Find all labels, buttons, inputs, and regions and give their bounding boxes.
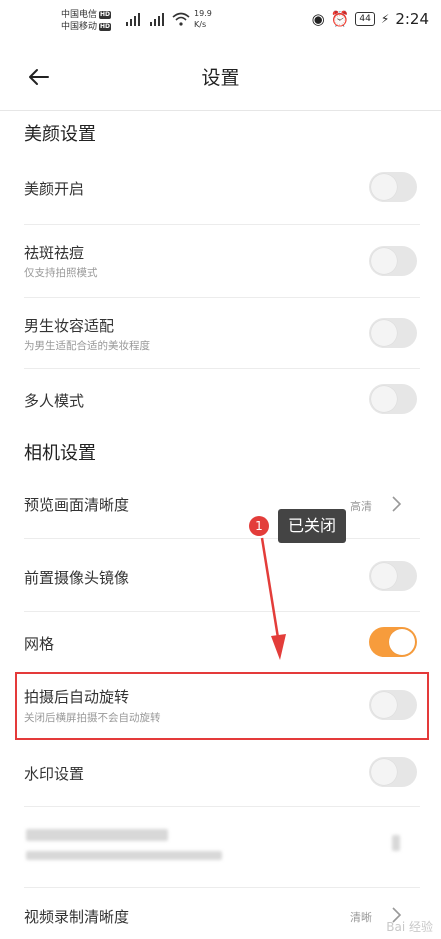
eye-icon: ◉	[311, 10, 325, 28]
front-mirror-toggle[interactable]	[369, 561, 417, 591]
wifi-icon	[172, 12, 190, 26]
net-speed: 19.9 K/s	[194, 9, 212, 29]
carrier-2: 中国移动	[61, 22, 98, 32]
blurred-subtitle	[26, 851, 222, 860]
row-title: 网格	[24, 635, 55, 653]
blurred-chevron	[392, 835, 400, 851]
status-bar: 中国电信 HD 中国移动 HD 19.9 K/s ◉ ⏰ 44 ⚡ 2:24	[0, 0, 441, 44]
setting-row-male-makeup[interactable]: 男生妆容适配 为男生适配合适的美妆程度	[24, 298, 420, 369]
multi-person-toggle[interactable]	[369, 384, 417, 414]
chevron-right-icon	[392, 496, 402, 512]
annotation-arrow-icon	[260, 537, 286, 660]
clock: 2:24	[395, 10, 429, 28]
beauty-on-toggle[interactable]	[369, 172, 417, 202]
hd-badge: HD	[99, 11, 112, 19]
row-subtitle: 为男生适配合适的美妆程度	[24, 340, 150, 352]
row-title: 视频录制清晰度	[24, 908, 130, 926]
signal-icon	[148, 12, 168, 26]
row-title: 男生妆容适配	[24, 317, 115, 335]
setting-row-beauty-on[interactable]: 美颜开启	[24, 150, 420, 225]
app-header: 设置	[0, 44, 441, 111]
row-value: 高清	[350, 500, 372, 513]
grid-toggle[interactable]	[369, 627, 417, 657]
row-title: 多人模式	[24, 392, 85, 410]
highlight-box	[15, 672, 429, 740]
section-title-beauty: 美颜设置	[24, 124, 96, 145]
male-makeup-toggle[interactable]	[369, 318, 417, 348]
carrier-info: 中国电信 HD 中国移动 HD	[61, 9, 112, 33]
section-title-camera: 相机设置	[24, 443, 96, 464]
setting-row-grid[interactable]: 网格	[24, 612, 420, 672]
row-title: 祛斑祛痘	[24, 244, 85, 262]
status-right: ◉ ⏰ 44 ⚡ 2:24	[312, 10, 429, 28]
battery-icon: 44	[355, 12, 375, 26]
row-title: 美颜开启	[24, 180, 85, 198]
row-subtitle: 仅支持拍照模式	[24, 267, 98, 279]
carrier-1: 中国电信	[61, 10, 98, 20]
setting-row-spot[interactable]: 祛斑祛痘 仅支持拍照模式	[24, 225, 420, 298]
charging-icon: ⚡	[380, 12, 390, 26]
row-title: 前置摄像头镜像	[24, 569, 130, 587]
callout-number: 1	[249, 516, 269, 536]
baidu-watermark: Bai 经验	[386, 920, 433, 934]
setting-row-video-clarity[interactable]: 视频录制清晰度 清晰	[24, 888, 420, 939]
watermark-toggle[interactable]	[369, 757, 417, 787]
setting-row-preview-clarity[interactable]: 预览画面清晰度 高清	[24, 470, 420, 539]
setting-row-multi-person[interactable]: 多人模式	[24, 369, 420, 431]
callout-label: 已关闭	[278, 509, 347, 543]
hd-badge: HD	[99, 23, 112, 31]
setting-row-front-mirror[interactable]: 前置摄像头镜像	[24, 539, 420, 612]
row-title: 水印设置	[24, 765, 85, 783]
page-title: 设置	[201, 67, 240, 89]
setting-row-obscured[interactable]	[24, 807, 420, 888]
row-title: 预览画面清晰度	[24, 496, 130, 514]
row-value: 清晰	[350, 911, 372, 924]
setting-row-watermark[interactable]: 水印设置	[24, 742, 420, 807]
signal-icon	[124, 12, 144, 26]
blurred-title	[26, 829, 168, 841]
alarm-icon: ⏰	[330, 10, 350, 28]
spot-toggle[interactable]	[369, 246, 417, 276]
